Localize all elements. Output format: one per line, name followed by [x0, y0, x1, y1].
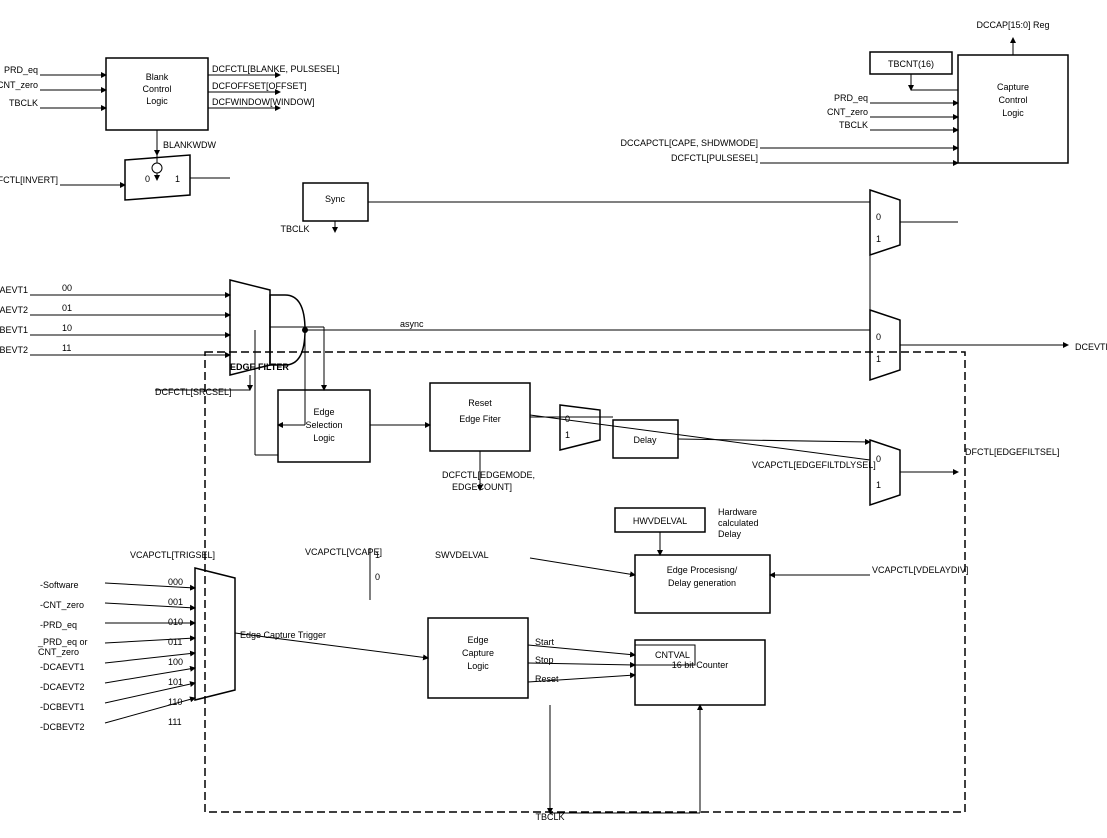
- right-mux-lower-0: 0: [876, 454, 881, 464]
- tbclk-sync-label: TBCLK: [280, 224, 309, 234]
- right-mux-bot-0: 0: [876, 332, 881, 342]
- hw-delay-label3: Delay: [718, 529, 742, 539]
- dcfctl-srcsel-label: DCFCTL[SRCSEL]: [155, 387, 232, 397]
- hw-delay-label1: Hardware: [718, 507, 757, 517]
- dcbevt2-trig-label: -DCBEVT2: [40, 722, 85, 732]
- capture-control-label2: Control: [998, 95, 1027, 105]
- prd-eq-cnt-zero-label: _PRD_eq or: [37, 637, 88, 647]
- mux-0-label: 0: [145, 174, 150, 184]
- delay-mux-1: 1: [565, 430, 570, 440]
- svg-text:Control: Control: [142, 84, 171, 94]
- dcfoffset-label: DCFOFFSET[OFFSET]: [212, 81, 307, 91]
- edge-proc-label1: Edge Procesisng/: [667, 565, 738, 575]
- tbclk-label: TBCLK: [9, 98, 38, 108]
- dcfwindow-label: DCFWINDOW[WINDOW]: [212, 97, 314, 107]
- svg-text:111: 111: [168, 717, 182, 727]
- cntval-label: CNTVAL: [655, 650, 690, 660]
- delay-label: Delay: [633, 435, 657, 445]
- capture-control-label3: Logic: [1002, 108, 1024, 118]
- delay-mux-0: 0: [565, 414, 570, 424]
- edge-cap-label1: Edge: [467, 635, 488, 645]
- dcfctl-edgecount-label: EDGECOUNT]: [452, 482, 512, 492]
- swvdelval-label: SWVDELVAL: [435, 550, 489, 560]
- dcbevt2-label: -DCBEVT2: [0, 345, 28, 355]
- dcbevt1-trig-label: -DCBEVT1: [40, 702, 85, 712]
- svg-text:TBCLK: TBCLK: [839, 120, 868, 130]
- edge-sel-label2: Selection: [305, 420, 342, 430]
- hwvdelval-label: HWVDELVAL: [633, 516, 687, 526]
- svg-text:CNT_zero: CNT_zero: [38, 647, 79, 657]
- right-mux-top-1: 1: [876, 234, 881, 244]
- vcapctl-trigsel-label: VCAPCTL[TRIGSEL]: [130, 550, 215, 560]
- capture-control-label1: Capture: [997, 82, 1029, 92]
- svg-text:CNT_zero: CNT_zero: [827, 107, 868, 117]
- edge-cap-label3: Logic: [467, 661, 489, 671]
- blankwdw-label: BLANKWDW: [163, 140, 217, 150]
- cnt-zero-trig-label: -CNT_zero: [40, 600, 84, 610]
- diagram-container: Blank Control Logic PRD_eq CNT_zero TBCL…: [0, 0, 1107, 838]
- right-mux-bot-1: 1: [876, 354, 881, 364]
- svg-text:10: 10: [62, 323, 72, 333]
- dcfctl-blanke-label: DCFCTL[BLANKE, PULSESEL]: [212, 64, 340, 74]
- svg-text:01: 01: [62, 303, 72, 313]
- svg-text:101: 101: [168, 677, 183, 687]
- blank-control-label: Blank: [146, 72, 169, 82]
- dccapctl-label: DCCAPCTL[CAPE, SHDWMODE]: [620, 138, 758, 148]
- dcbevt1-label: -DCBEVT1: [0, 325, 28, 335]
- vcapctl-edge-label: VCAPCTL[EDGEFILTDLYSEL]: [752, 460, 876, 470]
- svg-text:001: 001: [168, 597, 183, 607]
- prd-eq-label: PRD_eq: [4, 65, 38, 75]
- svg-text:11: 11: [62, 343, 71, 353]
- hw-delay-label2: calculated: [718, 518, 759, 528]
- async-label: async: [400, 319, 424, 329]
- dcfctl-invert-label: DCFCTL[INVERT]: [0, 175, 58, 185]
- edge-sel-label3: Logic: [313, 433, 335, 443]
- right-mux-lower-1: 1: [876, 480, 881, 490]
- prd-eq-trig-label: -PRD_eq: [40, 620, 77, 630]
- svg-text:010: 010: [168, 617, 183, 627]
- dcaevt2-label: -DCAEVT2: [0, 305, 28, 315]
- software-label: -Software: [40, 580, 79, 590]
- svg-text:PRD_eq: PRD_eq: [834, 93, 868, 103]
- mux-1-label: 1: [175, 174, 180, 184]
- reset-label2: Reset: [535, 674, 559, 684]
- dccap-reg-label: DCCAP[15:0] Reg: [976, 20, 1049, 30]
- vcapctl-vdelaydiv-label: VCAPCTL[VDELAYDIV]: [872, 565, 968, 575]
- svg-text:Logic: Logic: [146, 96, 168, 106]
- svg-text:100: 100: [168, 657, 183, 667]
- edge-proc-label2: Delay generation: [668, 578, 736, 588]
- reset-label: Reset: [468, 398, 492, 408]
- vcape-0-label: 0: [375, 572, 380, 582]
- edge-fiter-label1: Edge Fiter: [459, 414, 501, 424]
- dcaevt1-trig-label: -DCAEVT1: [40, 662, 85, 672]
- edge-filter-label: EDGE FILTER: [230, 362, 289, 372]
- tbcnt-label: TBCNT(16): [888, 59, 934, 69]
- cnt-zero-label: CNT_zero: [0, 80, 38, 90]
- dcfctl-pulsesel-label: DCFCTL[PULSESEL]: [671, 153, 758, 163]
- dcaevt1-label: -DCAEVT1: [0, 285, 28, 295]
- dfctl-edge-label: DFCTL[EDGEFILTSEL]: [965, 447, 1059, 457]
- dcaevt2-trig-label: -DCAEVT2: [40, 682, 85, 692]
- dcfctl-edgemode-label: DCFCTL[EDGEMODE,: [442, 470, 535, 480]
- right-mux-top-0: 0: [876, 212, 881, 222]
- edge-cap-label2: Capture: [462, 648, 494, 658]
- edge-sel-label1: Edge: [313, 407, 334, 417]
- dcevtfilt-label: DCEVTFILT: [1075, 342, 1107, 352]
- svg-text:00: 00: [62, 283, 72, 293]
- vcape-1-label: 1: [375, 550, 380, 560]
- sync-label: Sync: [325, 194, 346, 204]
- svg-text:000: 000: [168, 577, 183, 587]
